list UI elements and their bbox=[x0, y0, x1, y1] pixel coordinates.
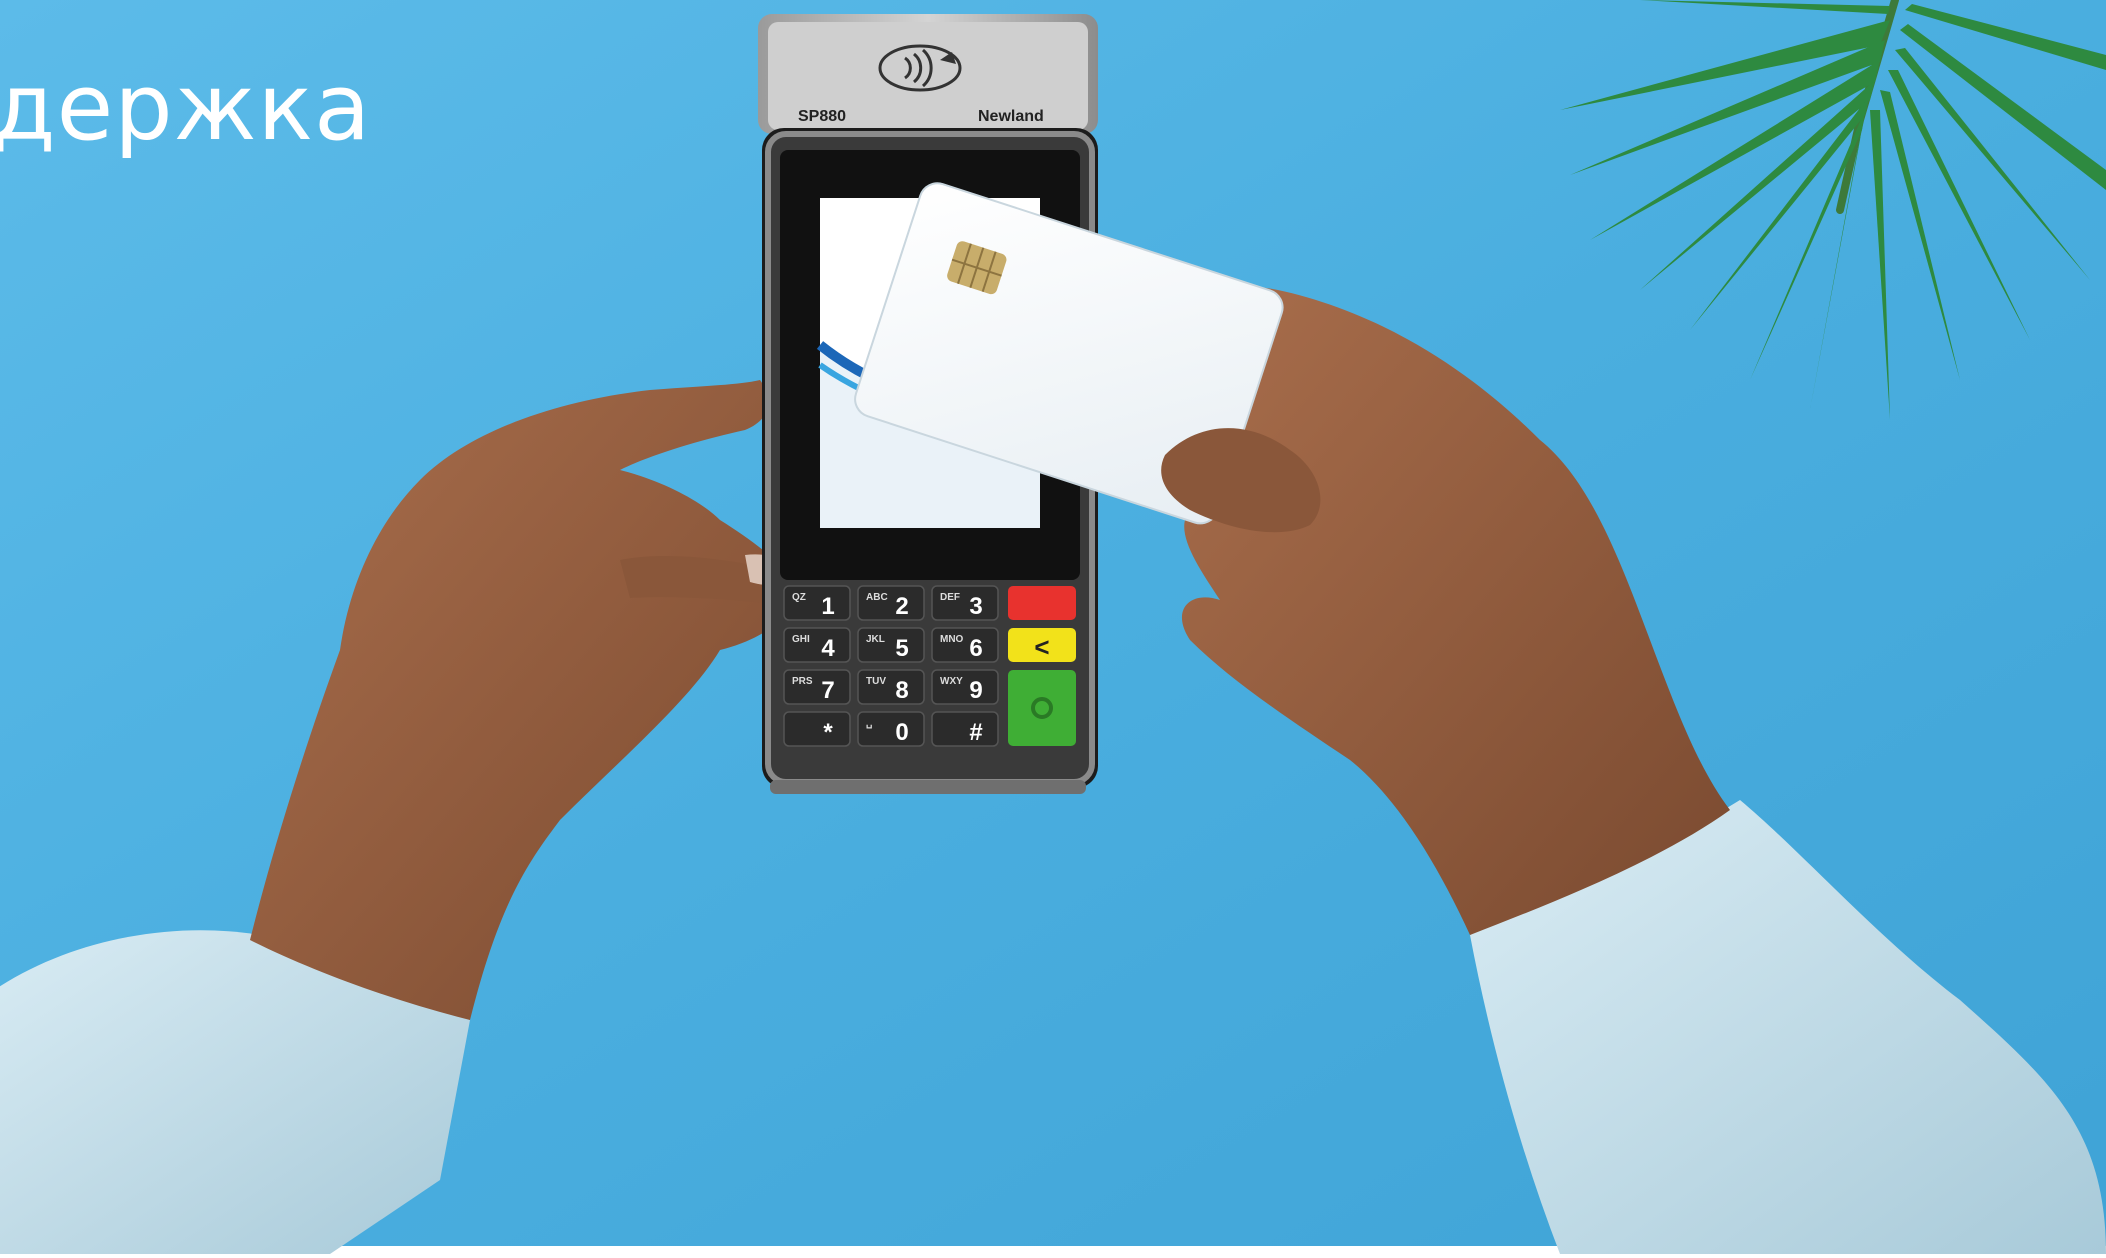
keypad-key-9: WXY 9 bbox=[931, 669, 999, 705]
keypad-key-7: PRS 7 bbox=[783, 669, 851, 705]
key-digit: 6 bbox=[969, 635, 982, 662]
key-digit: 9 bbox=[969, 677, 982, 704]
terminal-brand-label: Newland bbox=[978, 108, 1044, 125]
keypad-key-0: ␣ 0 bbox=[857, 711, 925, 747]
key-digit: 7 bbox=[821, 677, 834, 704]
key-digit: * bbox=[823, 719, 833, 746]
key-digit: 4 bbox=[821, 635, 835, 662]
back-key-symbol: < bbox=[1034, 632, 1049, 662]
keypad-key-hash: # bbox=[931, 711, 999, 747]
key-digit: 8 bbox=[895, 677, 908, 704]
keypad-key-star: * bbox=[783, 711, 851, 747]
keypad-key-1: QZ 1 bbox=[783, 585, 851, 621]
key-letters: WXY bbox=[940, 676, 963, 687]
cancel-key bbox=[1008, 586, 1076, 620]
keypad-key-6: MNO 6 bbox=[931, 627, 999, 663]
terminal-model-label: SP880 bbox=[798, 108, 846, 125]
confirm-key bbox=[1008, 670, 1076, 746]
hero-title: держка bbox=[0, 54, 372, 161]
key-digit: 1 bbox=[821, 593, 834, 620]
keypad-key-5: JKL 5 bbox=[857, 627, 925, 663]
key-letters: MNO bbox=[940, 634, 964, 645]
hero-banner: SP880 Newland QZ 1 ABC 2 DEF 3 GHI 4 JKL 5 MNO 6 PRS… bbox=[0, 0, 2106, 1254]
key-digit: 2 bbox=[895, 593, 908, 620]
key-letters: ␣ bbox=[866, 718, 872, 729]
key-letters: DEF bbox=[940, 592, 960, 603]
key-digit: # bbox=[969, 719, 982, 746]
key-letters: GHI bbox=[792, 634, 810, 645]
key-digit: 0 bbox=[895, 719, 908, 746]
key-letters: TUV bbox=[866, 676, 886, 687]
key-digit: 3 bbox=[969, 593, 982, 620]
keypad-key-4: GHI 4 bbox=[783, 627, 851, 663]
keypad-key-3: DEF 3 bbox=[931, 585, 999, 621]
key-letters: ABC bbox=[866, 592, 888, 603]
key-letters: PRS bbox=[792, 676, 813, 687]
key-digit: 5 bbox=[895, 635, 908, 662]
keypad-key-8: TUV 8 bbox=[857, 669, 925, 705]
key-letters: JKL bbox=[866, 634, 885, 645]
key-letters: QZ bbox=[792, 592, 806, 603]
keypad-key-2: ABC 2 bbox=[857, 585, 925, 621]
hero-photo: SP880 Newland QZ 1 ABC 2 DEF 3 GHI 4 JKL 5 MNO 6 PRS… bbox=[0, 0, 2106, 1254]
